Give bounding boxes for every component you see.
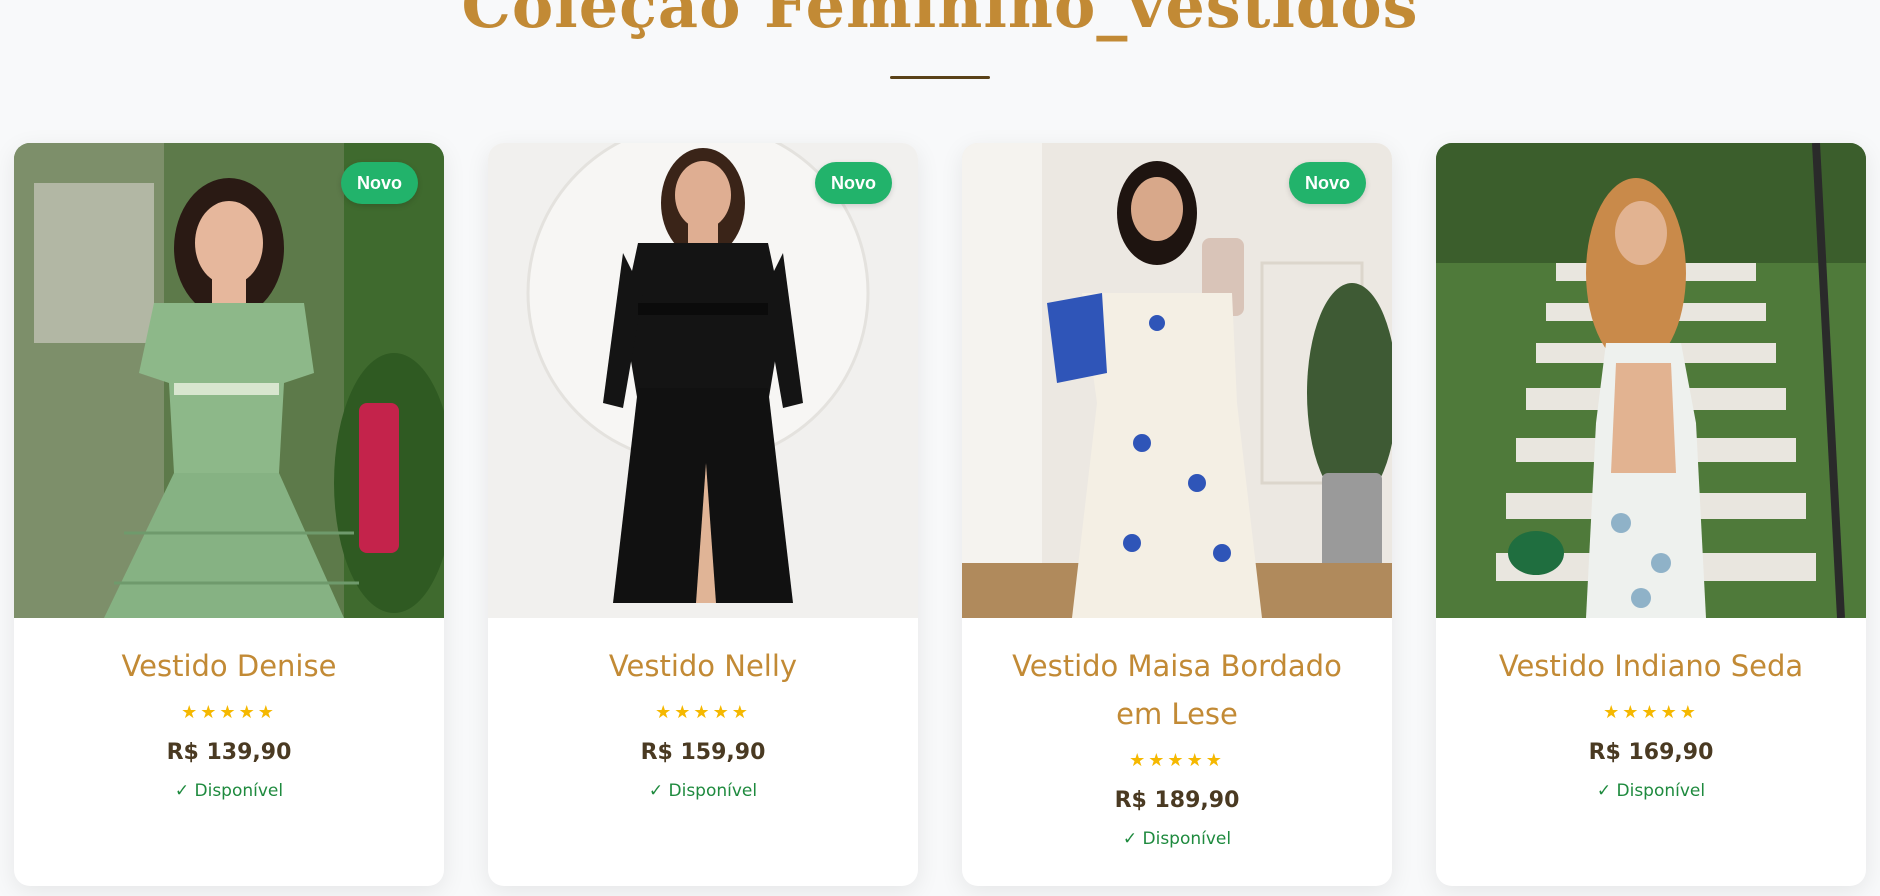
new-badge: Novo	[341, 162, 418, 204]
product-name[interactable]: Vestido Denise	[38, 642, 420, 690]
product-name[interactable]: Vestido Maisa Bordado em Lese	[986, 642, 1368, 738]
dress-photo-silk	[1436, 143, 1866, 618]
new-badge: Novo	[1289, 162, 1366, 204]
product-price: R$ 189,90	[1114, 788, 1240, 813]
product-price: R$ 139,90	[166, 740, 292, 765]
product-price: R$ 159,90	[640, 740, 766, 765]
stock-status: ✓ Disponível	[1122, 829, 1232, 849]
product-image[interactable]: Novo	[962, 143, 1392, 618]
stock-status: ✓ Disponível	[648, 781, 758, 801]
star-icon: ★★★★★	[1129, 750, 1225, 770]
new-badge: Novo	[815, 162, 892, 204]
star-icon: ★★★★★	[181, 702, 277, 722]
product-name[interactable]: Vestido Nelly	[512, 642, 894, 690]
stock-status: ✓ Disponível	[1596, 781, 1706, 801]
product-image[interactable]: Novo	[488, 143, 918, 618]
product-card-vestido-denise[interactable]: Novo Vestido Denise ★★★★★ R$ 139,90 ✓ Di…	[14, 143, 444, 886]
product-info: Vestido Nelly ★★★★★ R$ 159,90 ✓ Disponív…	[488, 618, 918, 804]
stock-status: ✓ Disponível	[174, 781, 284, 801]
product-name[interactable]: Vestido Indiano Seda	[1460, 642, 1842, 690]
product-price: R$ 169,90	[1588, 740, 1714, 765]
product-grid: Novo Vestido Denise ★★★★★ R$ 139,90 ✓ Di…	[14, 143, 1866, 886]
product-image[interactable]: Novo	[14, 143, 444, 618]
dress-photo-black	[488, 143, 918, 618]
star-icon: ★★★★★	[655, 702, 751, 722]
dress-photo-green	[14, 143, 444, 618]
product-info: Vestido Maisa Bordado em Lese ★★★★★ R$ 1…	[962, 618, 1392, 852]
dress-photo-white-blue	[962, 143, 1392, 618]
section-title: Coleção Feminino_vestidos	[461, 0, 1419, 42]
star-icon: ★★★★★	[1603, 702, 1699, 722]
product-card-vestido-indiano[interactable]: Vestido Indiano Seda ★★★★★ R$ 169,90 ✓ D…	[1436, 143, 1866, 886]
product-info: Vestido Indiano Seda ★★★★★ R$ 169,90 ✓ D…	[1436, 618, 1866, 804]
product-card-vestido-maisa[interactable]: Novo Vestido Maisa Bordado em Lese ★★★★★…	[962, 143, 1392, 886]
product-image[interactable]	[1436, 143, 1866, 618]
title-divider	[890, 76, 990, 79]
product-card-vestido-nelly[interactable]: Novo Vestido Nelly ★★★★★ R$ 159,90 ✓ Dis…	[488, 143, 918, 886]
product-info: Vestido Denise ★★★★★ R$ 139,90 ✓ Disponí…	[14, 618, 444, 804]
